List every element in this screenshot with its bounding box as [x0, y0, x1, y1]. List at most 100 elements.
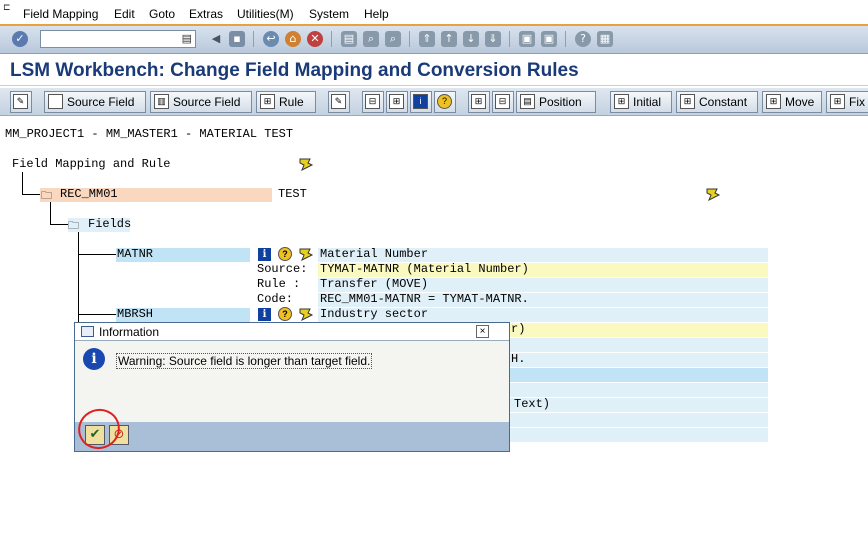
triangle-left-icon[interactable]: ◀ [208, 31, 224, 47]
close-icon[interactable]: × [476, 325, 489, 338]
menu-bar: ⊏ Field Mapping Edit Goto Extras Utiliti… [0, 0, 868, 26]
rule-icon: ⊞ [766, 94, 781, 109]
toolbar-separator [509, 31, 510, 47]
save-icon[interactable]: ▪ [229, 31, 245, 47]
field-desc-band [510, 383, 768, 397]
pencil-icon[interactable] [705, 187, 721, 201]
next-page-icon[interactable]: ↓ [463, 31, 479, 47]
document-icon [48, 94, 63, 109]
pencil-icon: ✎ [331, 94, 346, 109]
command-history-icon[interactable]: ▤ [182, 32, 192, 45]
position-button[interactable]: ▤ Position [516, 91, 596, 113]
menu-system[interactable]: System [309, 7, 349, 21]
menu-extras[interactable]: Extras [189, 7, 223, 21]
rule-icon: ⊞ [260, 94, 275, 109]
help-icon[interactable]: ? [278, 247, 292, 261]
print-icon[interactable]: ▤ [341, 31, 357, 47]
recording-description: TEST [278, 187, 307, 201]
source-value[interactable]: TYMAT-MATNR (Material Number) [320, 262, 529, 276]
code-value-partial: H. [511, 352, 526, 366]
window-menu-icon[interactable]: ⊏ [3, 2, 11, 13]
command-field[interactable]: ▤ [40, 30, 196, 48]
rule-band [510, 338, 768, 352]
help-icon[interactable]: ? [575, 31, 591, 47]
info-icon[interactable]: i [258, 308, 271, 321]
info-icon: i [413, 94, 428, 109]
info-button[interactable]: i [410, 91, 432, 113]
page-title: LSM Workbench: Change Field Mapping and … [10, 60, 579, 81]
delete-source-field-button[interactable]: ▥ Source Field [150, 91, 252, 113]
menu-field-mapping[interactable]: Field Mapping [23, 7, 98, 21]
rule-value[interactable]: Transfer (MOVE) [320, 277, 428, 291]
first-page-icon[interactable]: ⇑ [419, 31, 435, 47]
expand-button[interactable]: ⊞ [468, 91, 490, 113]
shortcut-icon[interactable]: ▣ [541, 31, 557, 47]
source-value-partial: Text) [514, 397, 551, 411]
field-name[interactable]: MATNR [117, 247, 153, 261]
help-icon: ? [437, 94, 452, 109]
recording-name[interactable]: REC_MM01 [60, 187, 118, 201]
hierarchy-button[interactable]: ⊟ [362, 91, 384, 113]
tree-connector [78, 314, 116, 315]
toolbar-separator [565, 31, 566, 47]
dialog-message: Warning: Source field is longer than tar… [116, 353, 373, 369]
edit-button[interactable]: ✎ [328, 91, 350, 113]
constant-button[interactable]: ⊞ Constant [676, 91, 758, 113]
initial-button[interactable]: ⊞ Initial [610, 91, 672, 113]
back-icon[interactable]: ↩ [263, 31, 279, 47]
fields-node-label[interactable]: Fields [88, 217, 131, 231]
display-change-button[interactable]: ✎ [10, 91, 32, 113]
menu-goto[interactable]: Goto [149, 7, 175, 21]
tree-connector [50, 224, 68, 225]
toolbar-separator [331, 31, 332, 47]
dialog-title-bar[interactable]: Information × [75, 323, 509, 341]
source-label: Source: [257, 262, 308, 276]
source-field-button[interactable]: Source Field [44, 91, 146, 113]
previous-page-icon[interactable]: ↑ [441, 31, 457, 47]
last-page-icon[interactable]: ⇓ [485, 31, 501, 47]
tree-root-label[interactable]: Field Mapping and Rule [12, 157, 170, 171]
toolbar-separator [409, 31, 410, 47]
menu-help[interactable]: Help [364, 7, 389, 21]
position-icon: ▤ [520, 94, 535, 109]
menu-edit[interactable]: Edit [114, 7, 135, 21]
code-value[interactable]: REC_MM01-MATNR = TYMAT-MATNR. [320, 292, 529, 306]
dialog-title: Information [99, 325, 160, 339]
collapse-button[interactable]: ⊟ [492, 91, 514, 113]
structure-icon: ⊞ [389, 94, 404, 109]
pencil-icon[interactable] [298, 307, 314, 321]
cancel-icon[interactable]: ✕ [307, 31, 323, 47]
pencil-icon[interactable] [298, 157, 314, 171]
move-button[interactable]: ⊞ Move [762, 91, 822, 113]
layout-menu-icon[interactable]: ▦ [597, 31, 613, 47]
field-description: Industry sector [320, 307, 429, 321]
tree-connector [50, 202, 51, 224]
find-icon[interactable]: ⌕ [363, 31, 379, 47]
field-name[interactable]: MBRSH [117, 307, 153, 321]
fix-button[interactable]: ⊞ Fix [826, 91, 868, 113]
menu-utilities[interactable]: Utilities(M) [237, 7, 294, 21]
rule-button[interactable]: ⊞ Rule [256, 91, 316, 113]
exit-icon[interactable]: ⌂ [285, 31, 301, 47]
pencil-glasses-icon: ✎ [13, 94, 28, 109]
new-session-icon[interactable]: ▣ [519, 31, 535, 47]
info-icon[interactable]: i [258, 248, 271, 261]
collapse-icon: ⊟ [495, 94, 510, 109]
standard-toolbar: ✓ ▤ ◀ ▪ ↩ ⌂ ✕ ▤ ⌕ ⌕ ⇑ ↑ ↓ ⇓ ▣ ▣ ? ▦ [0, 26, 868, 54]
tree-connector [78, 254, 116, 255]
information-dialog: Information × i Warning: Source field is… [74, 322, 510, 452]
rule-label: Rule : [257, 277, 301, 291]
info-icon: i [83, 348, 105, 370]
help-button[interactable]: ? [434, 91, 456, 113]
enter-icon[interactable]: ✓ [12, 31, 28, 47]
dialog-button-bar: ✔ ⊘ [75, 422, 509, 451]
find-next-icon[interactable]: ⌕ [385, 31, 401, 47]
pencil-icon[interactable] [298, 247, 314, 261]
help-icon[interactable]: ? [278, 307, 292, 321]
tree-connector [22, 194, 40, 195]
rule-icon: ⊞ [680, 94, 695, 109]
structure-button[interactable]: ⊞ [386, 91, 408, 113]
source-band [510, 323, 768, 337]
code-band [510, 353, 768, 367]
tree-header: MM_PROJECT1 - MM_MASTER1 - MATERIAL TEST [5, 127, 294, 141]
